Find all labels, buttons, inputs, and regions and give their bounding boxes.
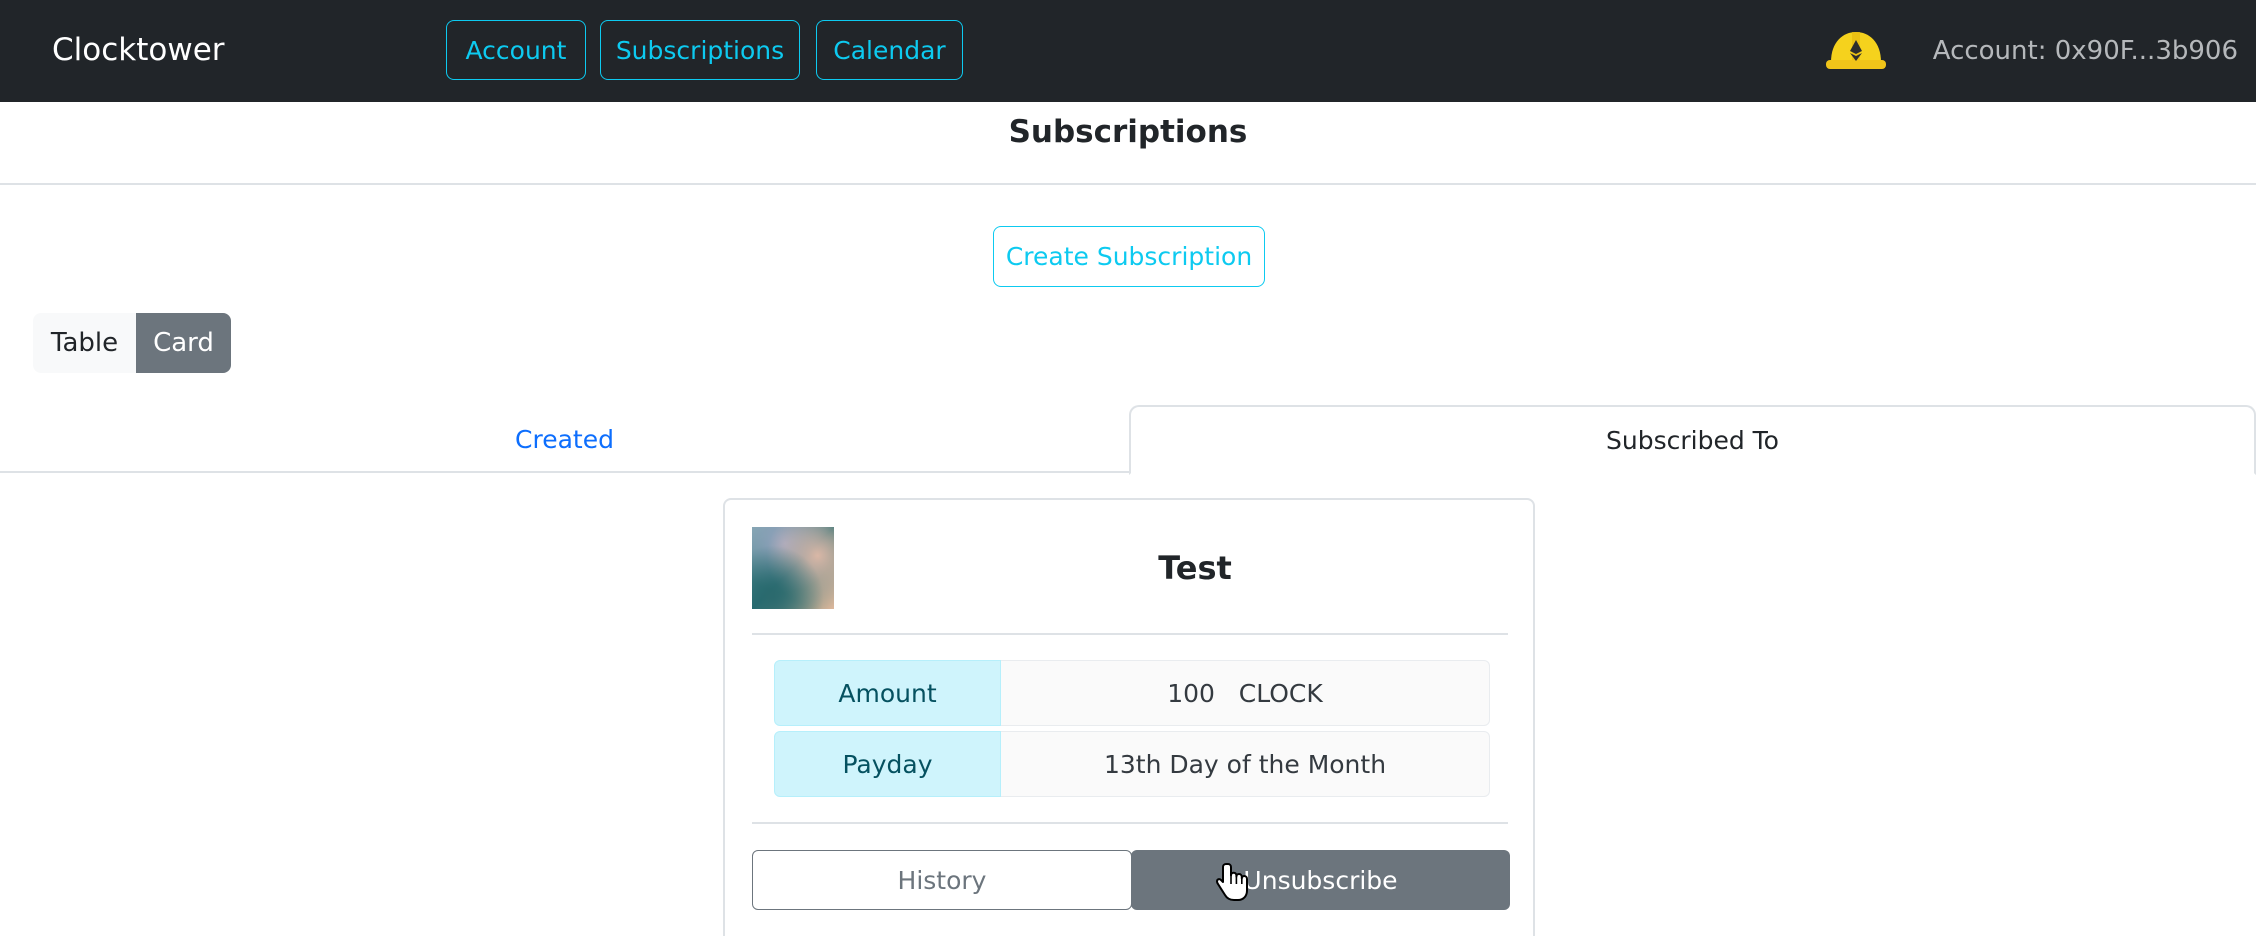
payday-label: Payday bbox=[774, 731, 1001, 797]
hand-pointer-cursor-icon bbox=[1216, 863, 1248, 901]
brand-logo-text[interactable]: Clocktower bbox=[52, 26, 225, 74]
payday-value: 13th Day of the Month bbox=[1001, 731, 1490, 797]
subscription-thumbnail bbox=[752, 527, 834, 609]
amount-label: Amount bbox=[774, 660, 1001, 726]
nav-calendar-button[interactable]: Calendar bbox=[816, 20, 963, 80]
top-navbar: Clocktower Account Subscriptions Calenda… bbox=[0, 0, 2256, 102]
subscription-tabs: Created Subscribed To bbox=[0, 405, 2256, 475]
view-toggle: Table Card bbox=[33, 313, 231, 373]
page-title: Subscriptions bbox=[0, 102, 2256, 185]
nav-account-button[interactable]: Account bbox=[446, 20, 586, 80]
card-divider bbox=[752, 633, 1508, 635]
payday-row: Payday 13th Day of the Month bbox=[774, 731, 1490, 797]
tab-subscribed-to[interactable]: Subscribed To bbox=[1129, 405, 2256, 475]
history-button[interactable]: History bbox=[752, 850, 1132, 910]
tab-created[interactable]: Created bbox=[0, 405, 1129, 473]
amount-value: 100 CLOCK bbox=[1001, 660, 1490, 726]
unsubscribe-button[interactable]: Unsubscribe bbox=[1131, 850, 1510, 910]
table-view-button[interactable]: Table bbox=[33, 313, 136, 373]
create-subscription-button[interactable]: Create Subscription bbox=[993, 226, 1265, 287]
account-address: Account: 0x90F...3b906 bbox=[1932, 36, 2238, 66]
metamask-helmet-icon[interactable] bbox=[1825, 28, 1887, 72]
nav-subscriptions-button[interactable]: Subscriptions bbox=[600, 20, 800, 80]
card-view-button[interactable]: Card bbox=[136, 313, 231, 373]
card-divider bbox=[752, 822, 1508, 824]
subscription-title: Test bbox=[1158, 549, 1232, 587]
subscription-card: Test Amount 100 CLOCK Payday 13th Day of… bbox=[723, 498, 1535, 936]
amount-row: Amount 100 CLOCK bbox=[774, 660, 1490, 726]
